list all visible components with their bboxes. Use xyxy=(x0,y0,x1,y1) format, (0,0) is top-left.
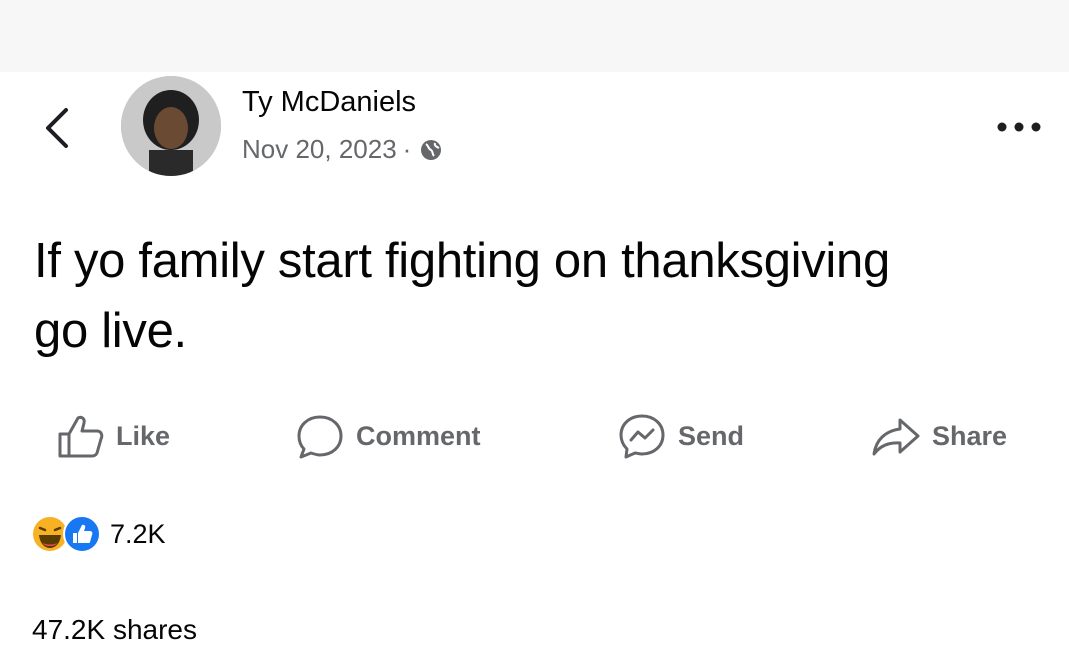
meta-separator: · xyxy=(402,134,412,164)
like-button[interactable]: Like xyxy=(56,412,170,460)
more-horizontal-icon xyxy=(997,122,1041,132)
share-icon xyxy=(872,418,920,456)
send-label: Send xyxy=(678,420,745,451)
top-bar xyxy=(0,0,1069,72)
chevron-left-icon xyxy=(46,108,68,148)
share-button[interactable]: Share xyxy=(870,412,1007,460)
post-date[interactable]: Nov 20, 2023 xyxy=(242,134,397,165)
shares-count[interactable]: 47.2K shares xyxy=(32,614,197,646)
thumbs-up-icon xyxy=(58,415,104,458)
comment-label: Comment xyxy=(356,420,481,451)
share-label: Share xyxy=(932,420,1008,451)
post-meta: Nov 20, 2023 · xyxy=(242,134,443,165)
globe-icon xyxy=(421,139,442,160)
reaction-count: 7.2K xyxy=(110,518,166,549)
reactions-summary[interactable]: 7.2K xyxy=(30,514,166,554)
author-name[interactable]: Ty McDaniels xyxy=(242,86,416,119)
more-options-button[interactable] xyxy=(994,112,1044,142)
comment-button[interactable]: Comment xyxy=(294,412,481,460)
like-label: Like xyxy=(116,420,171,451)
send-button[interactable]: Send xyxy=(616,412,744,460)
back-button[interactable] xyxy=(38,104,78,152)
like-reaction-icon xyxy=(63,515,101,553)
post-text: If yo family start fighting on thanksgiv… xyxy=(34,234,890,358)
messenger-icon xyxy=(619,414,665,459)
comment-icon xyxy=(297,415,343,459)
avatar[interactable] xyxy=(121,76,221,176)
